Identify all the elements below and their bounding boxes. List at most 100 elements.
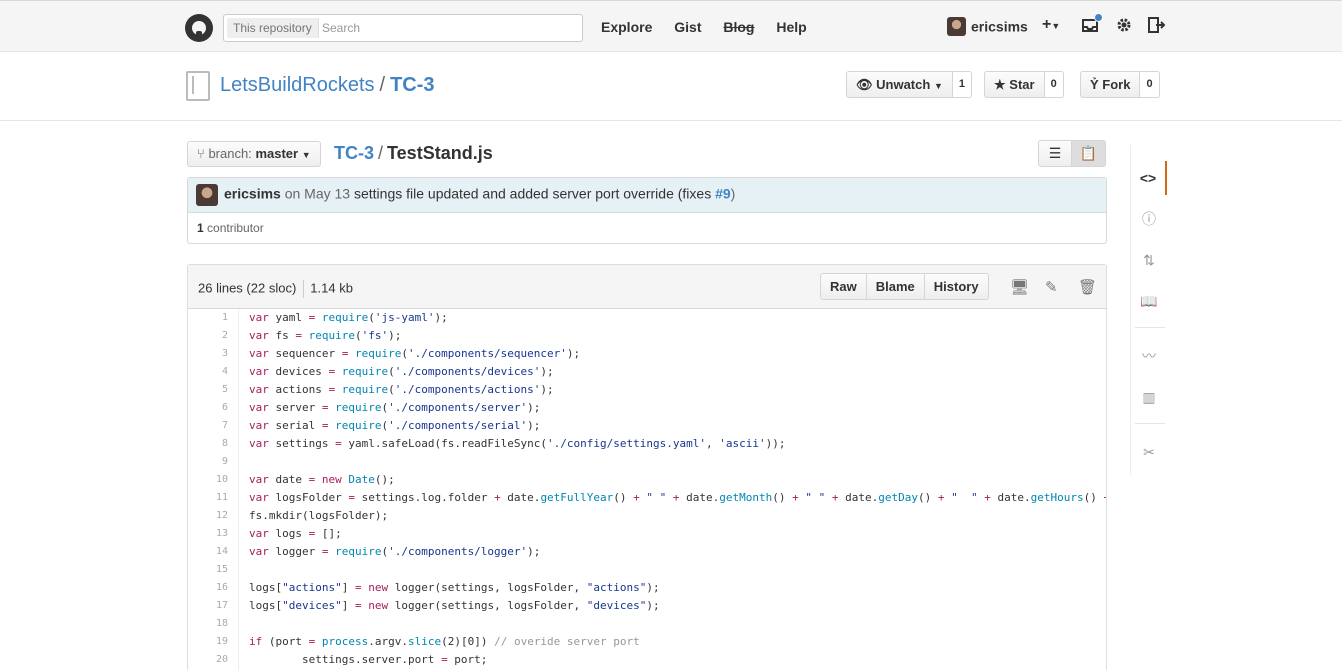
code-line: 12 fs.mkdir(logsFolder); [188, 507, 1106, 525]
nav-gist[interactable]: Gist [674, 19, 701, 35]
site-header: This repository Explore Gist Blog Help e… [0, 0, 1342, 52]
line-number[interactable]: 11 [188, 489, 228, 507]
line-number[interactable]: 8 [188, 435, 228, 453]
settings-tools-icon[interactable]: ✂ [1131, 435, 1167, 469]
desktop-icon[interactable]: 🖥 [1010, 278, 1029, 296]
top-nav: Explore Gist Blog Help [601, 19, 825, 35]
nav-explore[interactable]: Explore [601, 19, 652, 35]
repo-owner-link[interactable]: LetsBuildRockets [220, 74, 375, 96]
commit-author[interactable]: ericsims [224, 186, 281, 202]
raw-button[interactable]: Raw [820, 273, 867, 300]
line-number[interactable]: 1 [188, 309, 228, 327]
line-number[interactable]: 10 [188, 471, 228, 489]
pull-request-icon[interactable]: ⇅ [1131, 243, 1167, 277]
line-number[interactable]: 2 [188, 327, 228, 345]
star-button[interactable]: ★ Star [984, 71, 1045, 98]
file-viewer: 26 lines (22 sloc) 1.14 kb Raw Blame Hist… [187, 264, 1107, 670]
code-line: 10 var date = new Date(); [188, 471, 1106, 489]
code-line: 7 var serial = require('./components/seri… [188, 417, 1106, 435]
line-number[interactable]: 4 [188, 363, 228, 381]
line-content: logs["actions"] = new logger(settings, l… [249, 581, 660, 594]
user-menu[interactable]: ericsims [947, 17, 1028, 37]
line-number[interactable]: 13 [188, 525, 228, 543]
line-number[interactable]: 17 [188, 597, 228, 615]
line-content: var devices = require('./components/devi… [249, 365, 554, 378]
branch-name: master [255, 146, 299, 161]
fork-group: Ỷ Fork 0 [1080, 71, 1160, 98]
avatar[interactable] [196, 184, 218, 206]
wiki-icon[interactable]: 📖 [1131, 284, 1167, 318]
line-content: settings.server.port = port; [249, 653, 488, 666]
search-box[interactable]: This repository [223, 14, 583, 42]
file-info: 26 lines (22 sloc) 1.14 kb [198, 280, 353, 298]
code-line: 4 var devices = require('./components/dev… [188, 363, 1106, 381]
search-scope: This repository [227, 18, 319, 38]
line-number[interactable]: 15 [188, 561, 228, 579]
repo-sidebar: <> ⓘ ⇅ 📖 〰 ▥ ✂ [1130, 145, 1167, 475]
pulse-icon[interactable]: 〰 [1131, 339, 1167, 373]
clipboard-icon[interactable]: 📋 [1072, 140, 1106, 167]
username[interactable]: ericsims [971, 19, 1028, 35]
line-number[interactable]: 16 [188, 579, 228, 597]
list-view-icon[interactable]: ☰ [1038, 140, 1072, 167]
gear-icon[interactable] [1116, 17, 1132, 38]
line-number[interactable]: 14 [188, 543, 228, 561]
unwatch-button[interactable]: 👁 Unwatch ▼ [846, 71, 953, 98]
fork-count[interactable]: 0 [1140, 71, 1160, 98]
line-number[interactable]: 5 [188, 381, 228, 399]
line-number[interactable]: 18 [188, 615, 228, 633]
line-content: var actions = require('./components/acti… [249, 383, 554, 396]
breadcrumb-root-link[interactable]: TC-3 [334, 143, 374, 163]
code-line: 5 var actions = require('./components/act… [188, 381, 1106, 399]
file-actions: Raw Blame History [820, 273, 989, 300]
branch-select-button[interactable]: ⑂ branch: master ▼ [187, 141, 321, 167]
line-content: fs.mkdir(logsFolder); [249, 509, 389, 522]
line-content: var serial = require('./components/seria… [249, 419, 541, 432]
history-button[interactable]: History [924, 273, 989, 300]
line-number[interactable]: 6 [188, 399, 228, 417]
code-line: 13 var logs = []; [188, 525, 1106, 543]
contributors-label: contributor [207, 221, 264, 235]
blame-button[interactable]: Blame [866, 273, 925, 300]
graph-icon[interactable]: ▥ [1131, 380, 1167, 414]
line-number[interactable]: 3 [188, 345, 228, 363]
commit-summary: ericsims on May 13 settings file updated… [188, 178, 1106, 213]
line-content: var logger = require('./components/logge… [249, 545, 541, 558]
code-line: 14 var logger = require('./components/log… [188, 543, 1106, 561]
search-input[interactable] [322, 17, 577, 39]
watch-count[interactable]: 1 [952, 71, 972, 98]
star-group: ★ Star 0 [984, 71, 1064, 98]
line-content: logs["devices"] = new logger(settings, l… [249, 599, 660, 612]
line-number[interactable]: 20 [188, 651, 228, 669]
commit-message[interactable]: settings file updated and added server p… [354, 186, 711, 202]
fork-button[interactable]: Ỷ Fork [1080, 71, 1141, 98]
star-count[interactable]: 0 [1044, 71, 1064, 98]
contributors-line[interactable]: 1 contributor [188, 213, 1106, 243]
line-number[interactable]: 9 [188, 453, 228, 471]
line-content: var server = require('./components/serve… [249, 401, 541, 414]
issue-icon[interactable]: ⓘ [1131, 202, 1167, 236]
issue-link[interactable]: #9 [715, 186, 731, 202]
contributors-count: 1 [197, 221, 204, 235]
plus-icon[interactable]: +▼ [1042, 16, 1060, 34]
code-line: 11 var logsFolder = settings.log.folder +… [188, 489, 1106, 507]
notification-indicator [1094, 13, 1103, 22]
pencil-icon[interactable]: ✎ [1045, 278, 1058, 296]
github-logo-icon[interactable] [185, 14, 213, 42]
code-line: 3 var sequencer = require('./components/s… [188, 345, 1106, 363]
line-content: var date = new Date(); [249, 473, 395, 486]
trash-icon[interactable]: 🗑 [1078, 278, 1097, 296]
line-content: if (port = process.argv.slice(2)[0]) // … [249, 635, 640, 648]
line-number[interactable]: 7 [188, 417, 228, 435]
line-content: var sequencer = require('./components/se… [249, 347, 581, 360]
nav-blog[interactable]: Blog [723, 19, 754, 35]
nav-help[interactable]: Help [776, 19, 806, 35]
code-line: 2 var fs = require('fs'); [188, 327, 1106, 345]
line-number[interactable]: 12 [188, 507, 228, 525]
line-number[interactable]: 19 [188, 633, 228, 651]
sign-out-icon[interactable] [1148, 17, 1166, 38]
code-icon[interactable]: <> [1131, 161, 1167, 195]
repo-name-link[interactable]: TC-3 [390, 74, 434, 96]
code-line: 20 settings.server.port = port; [188, 651, 1106, 669]
code-listing[interactable]: 1 var yaml = require('js-yaml'); 2 var fs =… [188, 309, 1106, 669]
